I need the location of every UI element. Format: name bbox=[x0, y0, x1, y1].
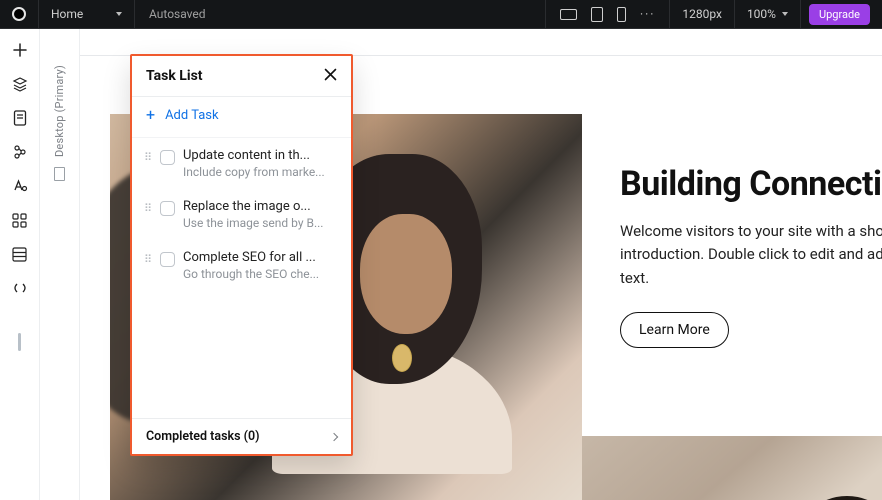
upgrade-button[interactable]: Upgrade bbox=[809, 4, 870, 25]
cms-icon[interactable] bbox=[11, 143, 29, 161]
task-checkbox[interactable] bbox=[160, 252, 175, 267]
page-intro-paragraph: Welcome visitors to your site with a sho… bbox=[620, 220, 882, 290]
task-item: ⠿ Complete SEO for all ... Go through th… bbox=[132, 240, 351, 291]
task-item-title[interactable]: Complete SEO for all ... bbox=[183, 250, 339, 265]
left-tool-rail bbox=[0, 29, 40, 500]
viewport-width[interactable]: 1280px bbox=[670, 0, 735, 28]
task-item-subtitle: Use the image send by B... bbox=[183, 216, 339, 230]
device-switcher: ··· bbox=[545, 0, 670, 28]
task-item-subtitle: Include copy from marke... bbox=[183, 165, 339, 179]
wix-logo-icon bbox=[12, 7, 26, 21]
task-item-title[interactable]: Replace the image o... bbox=[183, 199, 339, 214]
upgrade-button-label: Upgrade bbox=[819, 8, 860, 21]
completed-tasks-toggle[interactable]: Completed tasks (0) bbox=[132, 418, 351, 454]
task-item-title[interactable]: Update content in th... bbox=[183, 148, 339, 163]
task-checkbox[interactable] bbox=[160, 201, 175, 216]
add-task-label: Add Task bbox=[165, 108, 219, 123]
learn-more-label: Learn More bbox=[639, 322, 710, 338]
hero-text-block[interactable]: Building Connection Welcome visitors to … bbox=[620, 164, 882, 348]
zoom-dropdown[interactable]: 100% bbox=[735, 0, 801, 28]
task-checkbox[interactable] bbox=[160, 150, 175, 165]
code-icon[interactable] bbox=[11, 279, 29, 297]
pages-icon[interactable] bbox=[11, 109, 29, 127]
page-heading: Building Connection bbox=[620, 164, 882, 204]
layers-icon[interactable] bbox=[11, 75, 29, 93]
phone-icon[interactable] bbox=[617, 7, 626, 22]
completed-tasks-label: Completed tasks (0) bbox=[146, 429, 260, 444]
top-bar: Home Autosaved ··· 1280px 100% Upgrade bbox=[0, 0, 882, 29]
chevron-down-icon bbox=[116, 12, 122, 16]
rail-selection-indicator bbox=[18, 333, 21, 351]
drag-handle-icon[interactable]: ⠿ bbox=[142, 202, 152, 215]
tablet-icon[interactable] bbox=[591, 7, 603, 22]
drag-handle-icon[interactable]: ⠿ bbox=[142, 253, 152, 266]
learn-more-button[interactable]: Learn More bbox=[620, 312, 729, 348]
close-icon[interactable] bbox=[324, 68, 337, 84]
add-task-button[interactable]: + Add Task bbox=[132, 97, 351, 138]
page-dropdown[interactable]: Home bbox=[39, 0, 135, 28]
logo-seg[interactable] bbox=[0, 0, 39, 28]
text-theme-icon[interactable] bbox=[11, 177, 29, 195]
add-element-icon[interactable] bbox=[11, 41, 29, 59]
task-list-panel: Task List + Add Task ⠿ Update content in… bbox=[130, 54, 353, 456]
chevron-down-icon bbox=[782, 12, 788, 16]
more-devices-icon[interactable]: ··· bbox=[640, 7, 655, 21]
task-item-subtitle: Go through the SEO che... bbox=[183, 267, 339, 281]
desktop-icon[interactable] bbox=[560, 9, 577, 20]
page-label-column: Desktop (Primary) bbox=[40, 29, 80, 500]
drag-handle-icon[interactable]: ⠿ bbox=[142, 151, 152, 164]
task-list: ⠿ Update content in th... Include copy f… bbox=[132, 138, 351, 418]
chevron-right-icon bbox=[330, 432, 338, 440]
breakpoint-label: Desktop (Primary) bbox=[53, 65, 66, 157]
zoom-level-label: 100% bbox=[747, 7, 776, 21]
breakpoint-page-icon bbox=[54, 167, 65, 181]
task-item: ⠿ Update content in th... Include copy f… bbox=[132, 138, 351, 189]
task-item: ⠿ Replace the image o... Use the image s… bbox=[132, 189, 351, 240]
sections-icon[interactable] bbox=[11, 245, 29, 263]
viewport-width-label: 1280px bbox=[682, 7, 722, 21]
save-status: Autosaved bbox=[135, 0, 220, 28]
plus-icon: + bbox=[146, 107, 155, 123]
secondary-image[interactable] bbox=[582, 436, 882, 500]
task-panel-header: Task List bbox=[132, 56, 351, 97]
save-status-label: Autosaved bbox=[149, 7, 206, 21]
task-panel-title: Task List bbox=[146, 68, 203, 84]
page-dropdown-label: Home bbox=[51, 7, 83, 21]
apps-icon[interactable] bbox=[11, 211, 29, 229]
